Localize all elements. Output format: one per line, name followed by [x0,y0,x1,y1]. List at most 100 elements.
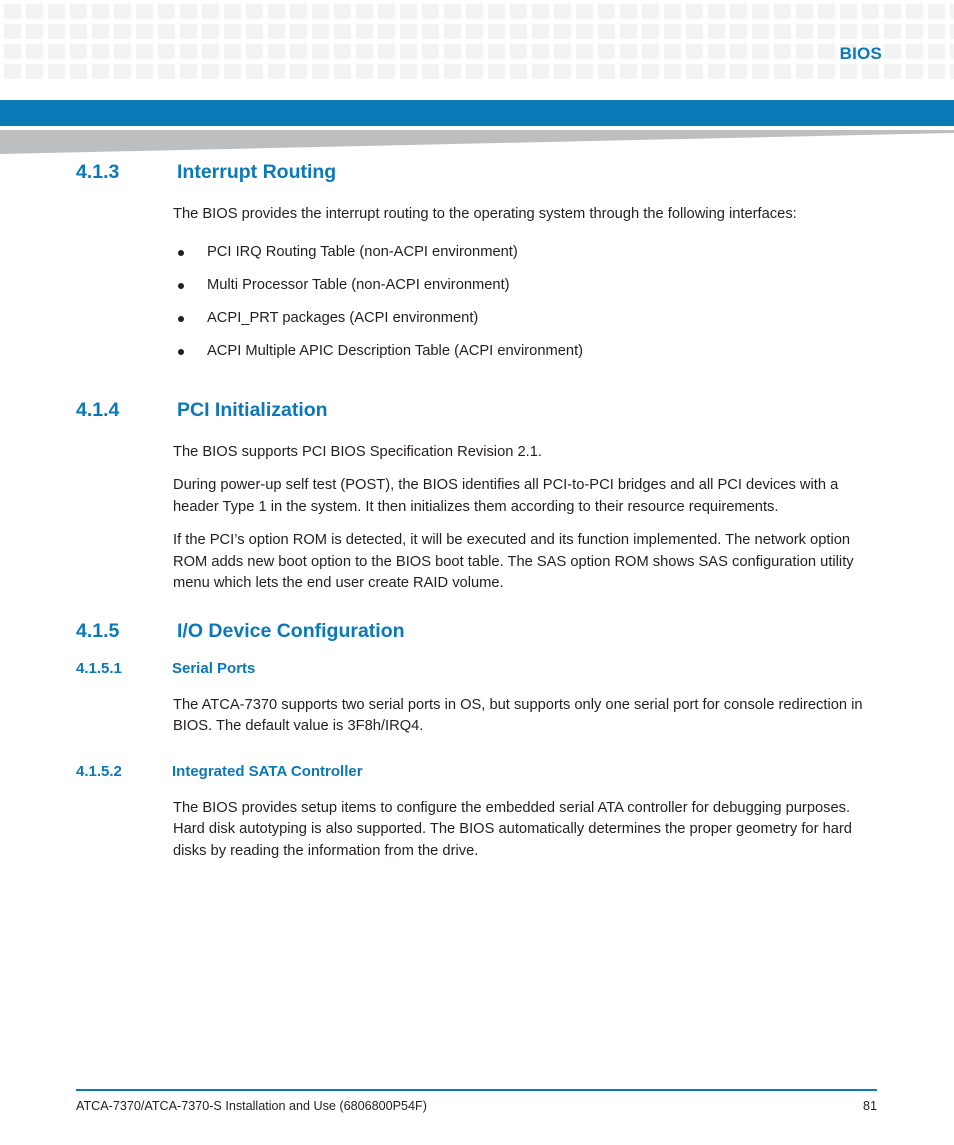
header-square [488,4,505,19]
header-square [136,44,153,59]
paragraph-pci-option-rom: If the PCI’s option ROM is detected, it … [173,532,854,591]
paragraph-pci-spec: The BIOS supports PCI BIOS Specification… [173,443,542,460]
header-square [950,44,954,59]
header-square [576,64,593,79]
header-square [862,24,879,39]
header-square [642,24,659,39]
header-square [554,4,571,19]
header-square [246,64,263,79]
header-square [466,64,483,79]
heading-4-1-3: 4.1.3 Interrupt Routing [0,160,954,184]
header-square [312,44,329,59]
header-square [26,24,43,39]
header-square [334,4,351,19]
paragraph-pci-post: During power-up self test (POST), the BI… [173,477,839,515]
header-square [752,24,769,39]
header-square [576,24,593,39]
header-gray-wedge [0,130,954,154]
header-square [334,44,351,59]
header-square [422,64,439,79]
header-square [70,24,87,39]
header-square [224,4,241,19]
header-square [620,44,637,59]
header-square [840,24,857,39]
header-square [730,24,747,39]
list-item-label: PCI IRQ Routing Table (non-ACPI environm… [207,243,518,260]
header-square [664,64,681,79]
header-square [378,4,395,19]
list-item: ACPI Multiple APIC Description Table (AC… [173,341,885,362]
header-square [158,64,175,79]
header-square [862,64,879,79]
header-square [752,4,769,19]
list-item-label: ACPI_PRT packages (ACPI environment) [207,309,479,326]
header-square [202,64,219,79]
header-square [840,4,857,19]
header-square [180,24,197,39]
header-square [378,44,395,59]
header-square [356,64,373,79]
header-square [114,24,131,39]
header-square [92,24,109,39]
header-square [136,4,153,19]
heading-4-1-5-1: 4.1.5.1 Serial Ports [0,659,954,679]
header-square [246,44,263,59]
header-square [158,24,175,39]
header-square [268,4,285,19]
header-square [510,4,527,19]
header-square [378,64,395,79]
header-square [576,44,593,59]
header-square [4,44,21,59]
header-square [422,44,439,59]
header-checker-pattern [0,0,954,94]
page-header-title: BIOS [839,44,882,63]
header-square [796,64,813,79]
gray-wedge-shape [0,130,954,154]
header-square [158,44,175,59]
header-square [752,44,769,59]
header-square [114,4,131,19]
list-item-label: ACPI Multiple APIC Description Table (AC… [207,342,584,359]
header-square [730,64,747,79]
bullet-dot-icon [178,249,184,256]
heading-4-1-5-2-number: 4.1.5.2 [76,762,122,780]
header-square [136,64,153,79]
header-square [334,24,351,39]
header-square [466,4,483,19]
header-square [642,4,659,19]
header-square [752,64,769,79]
header-square [576,4,593,19]
header-square [466,24,483,39]
header-square [92,64,109,79]
header-square [180,44,197,59]
header-square [884,4,901,19]
footer-rule [76,1089,877,1092]
list-item: Multi Processor Table (non-ACPI environm… [173,275,885,296]
header-square [730,44,747,59]
paragraph-serial-ports: The ATCA-7370 supports two serial ports … [173,696,863,735]
header-square [180,4,197,19]
header-square [950,24,954,39]
heading-4-1-5-title: I/O Device Configuration [177,619,405,642]
header-square [356,24,373,39]
header-square [202,4,219,19]
header-square [664,24,681,39]
header-square [444,44,461,59]
heading-4-1-4: 4.1.4 PCI Initialization [0,398,954,422]
header-square [466,44,483,59]
heading-4-1-5-2: 4.1.5.2 Integrated SATA Controller [0,762,954,782]
header-square [246,4,263,19]
header-square [114,44,131,59]
header-square [378,24,395,39]
header-square [48,64,65,79]
header-square [510,24,527,39]
header-square [312,24,329,39]
header-square [598,64,615,79]
header-square [686,64,703,79]
header-square [686,44,703,59]
header-square [906,44,923,59]
header-square [818,24,835,39]
header-square [422,4,439,19]
bullet-dot-icon [178,348,184,355]
header-square [642,64,659,79]
